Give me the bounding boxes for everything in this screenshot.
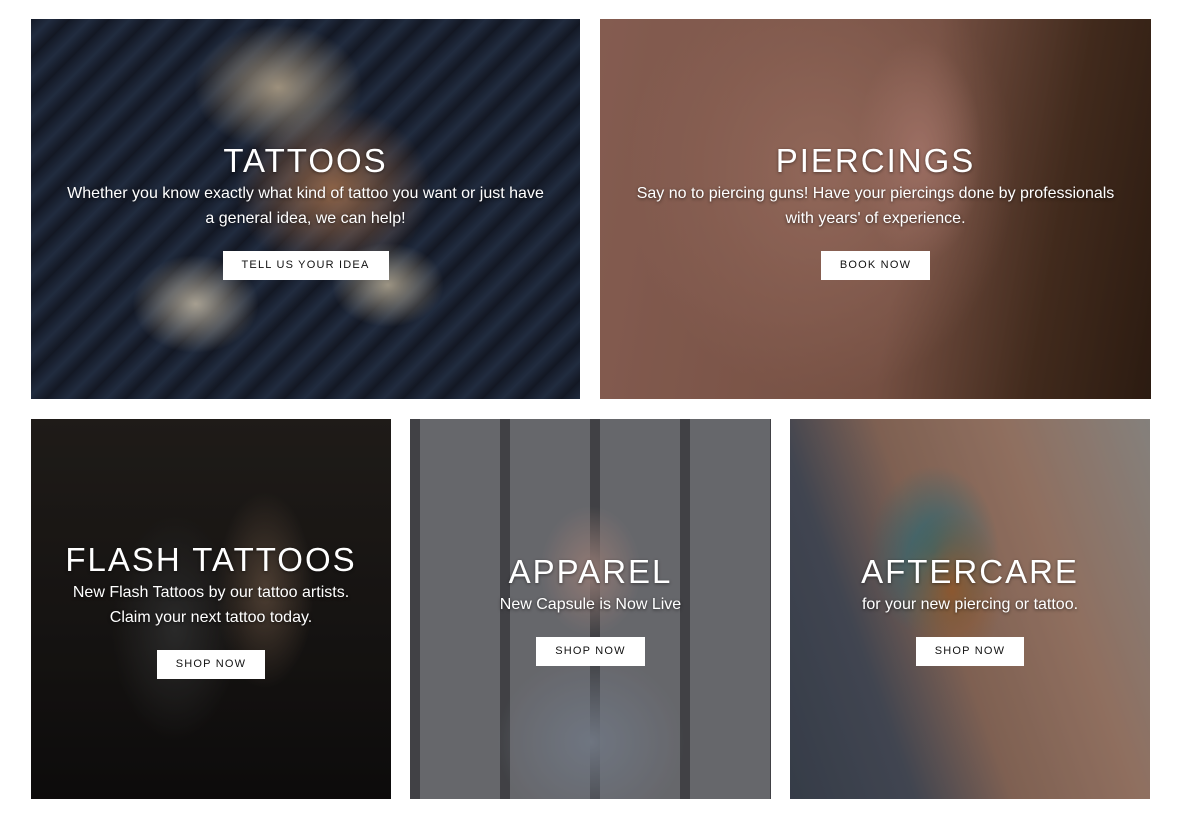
tile-piercings[interactable]: PIERCINGS Say no to piercing guns! Have …: [600, 19, 1151, 399]
tattoos-content: TATTOOS Whether you know exactly what ki…: [31, 144, 580, 280]
apparel-shop-now-button[interactable]: SHOP NOW: [536, 637, 645, 666]
apparel-content: APPAREL New Capsule is Now Live SHOP NOW: [410, 555, 771, 666]
tell-us-your-idea-button[interactable]: TELL US YOUR IDEA: [222, 251, 389, 280]
apparel-description: New Capsule is Now Live: [499, 596, 682, 613]
aftercare-description: for your new piercing or tattoo.: [861, 596, 1079, 613]
tile-apparel[interactable]: APPAREL New Capsule is Now Live SHOP NOW: [410, 419, 771, 799]
flash-tattoos-title: FLASH TATTOOS: [65, 541, 357, 578]
flash-tattoos-shop-now-button[interactable]: SHOP NOW: [156, 650, 266, 679]
piercings-title: PIERCINGS: [775, 142, 976, 179]
tile-aftercare[interactable]: AFTERCARE for your new piercing or tatto…: [790, 419, 1150, 799]
flash-tattoos-description: New Flash Tattoos by our tattoo artists.…: [72, 584, 350, 626]
flash-tattoos-content: FLASH TATTOOS New Flash Tattoos by our t…: [31, 543, 391, 679]
tile-flash-tattoos[interactable]: FLASH TATTOOS New Flash Tattoos by our t…: [31, 419, 391, 799]
tattoos-description: Whether you know exactly what kind of ta…: [67, 185, 544, 227]
book-now-button[interactable]: BOOK NOW: [820, 251, 931, 280]
piercings-description: Say no to piercing guns! Have your pierc…: [636, 185, 1115, 227]
aftercare-content: AFTERCARE for your new piercing or tatto…: [790, 555, 1150, 666]
aftercare-shop-now-button[interactable]: SHOP NOW: [915, 637, 1025, 666]
tile-tattoos[interactable]: TATTOOS Whether you know exactly what ki…: [31, 19, 580, 399]
piercings-content: PIERCINGS Say no to piercing guns! Have …: [600, 144, 1151, 280]
aftercare-title: AFTERCARE: [861, 553, 1079, 590]
tattoos-title: TATTOOS: [223, 142, 388, 179]
apparel-title: APPAREL: [508, 553, 673, 590]
